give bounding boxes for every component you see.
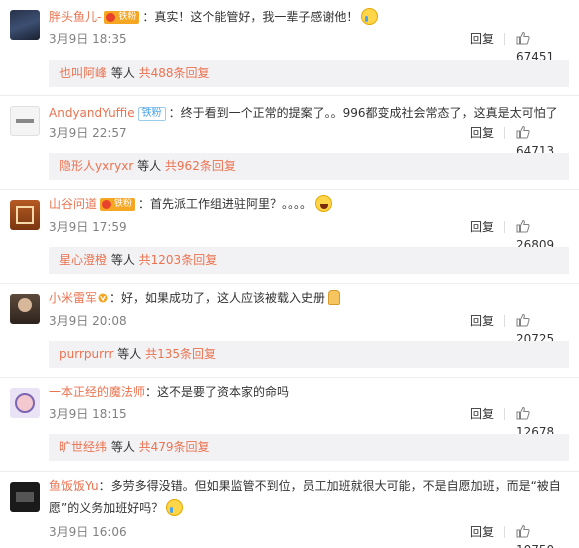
like-count: 10750: [516, 543, 554, 548]
reply-summary[interactable]: 旷世经纬 等人 共479条回复: [49, 434, 569, 461]
thumbs-up-icon: [516, 219, 530, 233]
fan-badge[interactable]: 铁粉: [104, 11, 140, 24]
thumbs-up-icon: [516, 524, 530, 538]
reply-summary[interactable]: 星心澄橙 等人 共1203条回复: [49, 247, 569, 274]
reply-count-link[interactable]: 共1203条回复: [139, 253, 218, 267]
comment-date: 3月9日 22:57: [49, 126, 127, 140]
comment-text: ：终于看到一个正常的提案了。。996都变成社会常态了，这真是太可怕了: [168, 106, 558, 120]
like-button[interactable]: 10750: [516, 523, 571, 548]
comment-meta: 3月9日 18:15 回复 12678: [49, 405, 571, 439]
comment-item: 鱼饭饭Yu：多劳多得没错。但如果监管不到位，员工加班就很大可能，不是自愿加班，而…: [0, 472, 579, 548]
reply-mid-text: 等人: [113, 347, 146, 361]
reply-button[interactable]: 回复: [470, 405, 494, 423]
comment-username[interactable]: 小米雷军: [49, 291, 97, 305]
comment-content: 胖头鱼儿- 铁粉 ：真实！这个能管好，我一辈子感谢他！: [49, 8, 571, 26]
comment-date: 3月9日 16:06: [49, 525, 127, 539]
thumbs-up-emoji-icon: [328, 290, 341, 305]
comment-username[interactable]: 胖头鱼儿-: [49, 10, 101, 24]
reply-username[interactable]: 隐形人yxryxr: [59, 159, 133, 173]
comment-content: 小米雷军 ：好，如果成功了，这人应该被载入史册: [49, 289, 571, 307]
divider: [504, 526, 505, 538]
divider: [504, 315, 505, 327]
comment-date: 3月9日 18:35: [49, 32, 127, 46]
thumbs-up-icon: [516, 313, 530, 327]
comment-item: 小米雷军 ：好，如果成功了，这人应该被载入史册 3月9日 20:08 回复 207…: [0, 284, 579, 376]
avatar[interactable]: [10, 106, 40, 136]
divider: [504, 408, 505, 420]
comment-item: 一本正经的魔法师：这不是要了资本家的命吗 3月9日 18:15 回复 12678…: [0, 378, 579, 470]
reply-username[interactable]: 也叫阿峰: [59, 66, 107, 80]
comment-text-continued: 愿”的义务加班好吗？: [49, 501, 164, 515]
avatar[interactable]: [10, 10, 40, 40]
comment-meta: 3月9日 22:57 回复 64713: [49, 124, 571, 158]
reply-button[interactable]: 回复: [470, 312, 494, 330]
avatar[interactable]: [10, 388, 40, 418]
comment-text: ：多劳多得没错。但如果监管不到位，员工加班就很大可能，不是自愿加班，而是“被自: [98, 479, 561, 493]
reply-username[interactable]: 星心澄橙: [59, 253, 107, 267]
comment-item: 胖头鱼儿- 铁粉 ：真实！这个能管好，我一辈子感谢他！ 3月9日 18:35 回复 …: [0, 0, 579, 92]
crying-face-icon: [361, 8, 379, 25]
reply-username[interactable]: 旷世经纬: [59, 440, 107, 454]
comment-date: 3月9日 20:08: [49, 314, 127, 328]
comment-content: 鱼饭饭Yu：多劳多得没错。但如果监管不到位，员工加班就很大可能，不是自愿加班，而…: [49, 477, 571, 495]
divider: [504, 33, 505, 45]
comment-text: ：好，如果成功了，这人应该被载入史册: [109, 291, 326, 305]
reply-button[interactable]: 回复: [470, 30, 494, 48]
comment-item: AndyandYuffie 铁粉 ：终于看到一个正常的提案了。。996都变成社会常态…: [0, 96, 579, 188]
reply-count-link[interactable]: 共962条回复: [165, 159, 236, 173]
comment-content: 一本正经的魔法师：这不是要了资本家的命吗: [49, 383, 571, 401]
divider: [504, 221, 505, 233]
comment-username[interactable]: 鱼饭饭Yu: [49, 479, 99, 493]
avatar[interactable]: [10, 200, 40, 230]
comment-meta: 3月9日 18:35 回复 67451: [49, 30, 571, 64]
comment-username[interactable]: 一本正经的魔法师: [49, 385, 145, 399]
reply-button[interactable]: 回复: [470, 523, 494, 541]
avatar[interactable]: [10, 482, 40, 512]
reply-mid-text: 等人: [133, 159, 165, 173]
comment-content-continued: 愿”的义务加班好吗？: [49, 499, 571, 517]
thumbs-up-icon: [516, 125, 530, 139]
reply-count-link[interactable]: 共488条回复: [139, 66, 210, 80]
thumbs-up-icon: [516, 406, 530, 420]
comment-text: ：这不是要了资本家的命吗: [145, 385, 290, 399]
comment-date: 3月9日 17:59: [49, 220, 127, 234]
comment-content: 山谷问道 铁粉 ：首先派工作组进驻阿里？。。。。: [49, 195, 571, 213]
comment-content: AndyandYuffie 铁粉 ：终于看到一个正常的提案了。。996都变成社会常态…: [49, 104, 571, 122]
reply-button[interactable]: 回复: [470, 124, 494, 142]
comment-date: 3月9日 18:15: [49, 407, 127, 421]
reply-count-link[interactable]: 共479条回复: [139, 440, 210, 454]
reply-button[interactable]: 回复: [470, 218, 494, 236]
reply-mid-text: 等人: [107, 440, 139, 454]
thumbs-up-icon: [516, 31, 530, 45]
comment-meta: 3月9日 17:59 回复 26809: [49, 218, 571, 252]
comment-text: ：真实！这个能管好，我一辈子感谢他！: [142, 10, 359, 24]
comment-username[interactable]: 山谷问道: [49, 197, 97, 211]
divider: [504, 127, 505, 139]
reply-mid-text: 等人: [107, 253, 139, 267]
sad-face-icon: [166, 499, 184, 516]
comment-username[interactable]: AndyandYuffie: [49, 106, 135, 120]
fan-badge[interactable]: 铁粉: [137, 106, 166, 121]
reply-mid-text: 等人: [107, 66, 139, 80]
comment-meta: 3月9日 20:08 回复 20725: [49, 312, 571, 346]
laughing-face-icon: [315, 195, 333, 212]
reply-username[interactable]: purrpurrr: [59, 347, 113, 361]
reply-count-link[interactable]: 共135条回复: [145, 347, 216, 361]
reply-summary[interactable]: purrpurrr 等人 共135条回复: [49, 341, 569, 368]
reply-summary[interactable]: 隐形人yxryxr 等人 共962条回复: [49, 153, 569, 180]
verified-v-icon: [98, 293, 108, 303]
avatar[interactable]: [10, 294, 40, 324]
reply-summary[interactable]: 也叫阿峰 等人 共488条回复: [49, 60, 569, 87]
comment-meta: 3月9日 16:06 回复 10750: [49, 523, 571, 548]
comment-text: ：首先派工作组进驻阿里？。。。。: [138, 197, 313, 211]
comment-item: 山谷问道 铁粉 ：首先派工作组进驻阿里？。。。。 3月9日 17:59 回复 268…: [0, 190, 579, 282]
fan-badge[interactable]: 铁粉: [100, 198, 136, 211]
